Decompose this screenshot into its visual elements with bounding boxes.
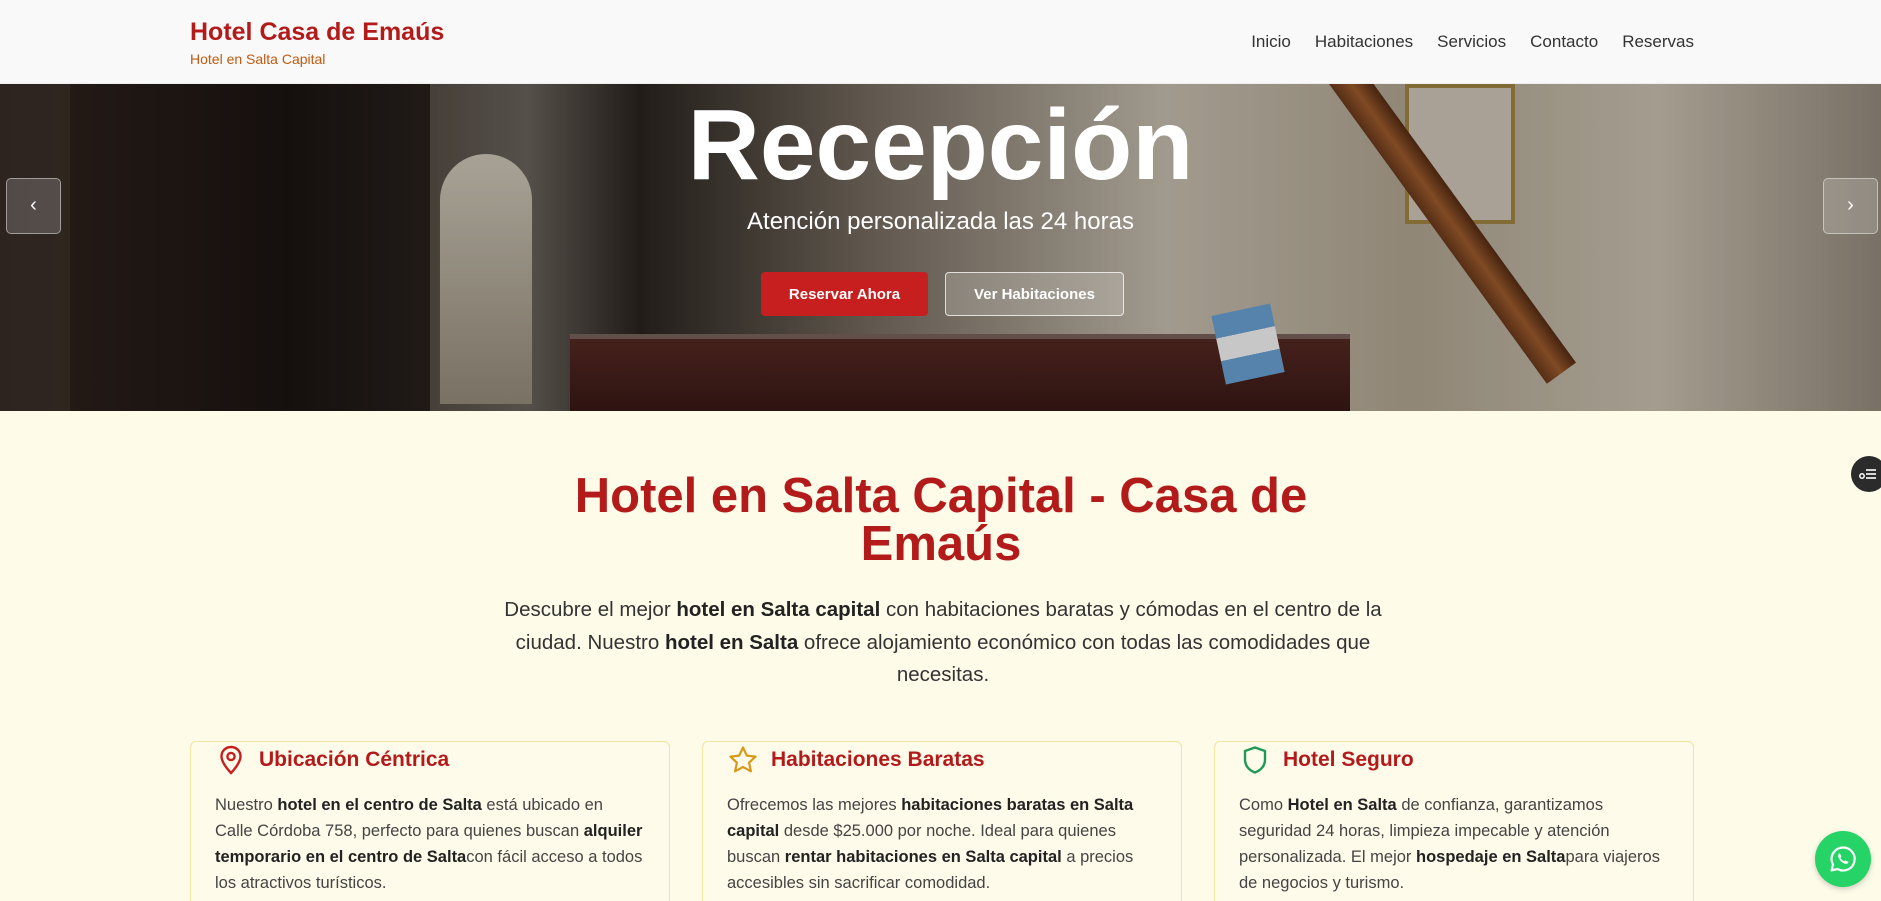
- brand-subtitle: Hotel en Salta Capital: [190, 51, 326, 67]
- map-pin-icon: [220, 745, 242, 775]
- hero-title: Recepción: [687, 89, 1194, 201]
- reservar-ahora-button[interactable]: Reservar Ahora: [761, 272, 928, 316]
- settings-list-icon: [1859, 469, 1876, 479]
- card-title: Habitaciones Baratas: [771, 748, 985, 771]
- main-nav: Inicio Habitaciones Servicios Contacto R…: [1251, 32, 1694, 52]
- intro-paragraph: Descubre el mejor hotel en Salta capital…: [504, 598, 1382, 686]
- nav-link-servicios[interactable]: Servicios: [1437, 32, 1506, 52]
- card-title: Ubicación Céntrica: [259, 748, 450, 771]
- feature-card-seguro: Hotel Seguro Como Hotel en Salta de conf…: [1214, 741, 1694, 901]
- nav-link-contacto[interactable]: Contacto: [1530, 32, 1598, 52]
- section-title: Hotel en Salta Capital - Casa de Emaús: [574, 469, 1308, 571]
- site-header: Hotel Casa de Emaús Hotel en Salta Capit…: [0, 0, 1881, 84]
- ver-habitaciones-button[interactable]: Ver Habitaciones: [945, 272, 1124, 316]
- brand-title: Hotel Casa de Emaús: [190, 18, 445, 46]
- card-text: Como Hotel en Salta de confianza, garant…: [1239, 796, 1660, 892]
- nav-link-reservas[interactable]: Reservas: [1622, 32, 1694, 52]
- carousel-prev-button[interactable]: ‹: [6, 178, 61, 234]
- carousel-next-button[interactable]: ›: [1823, 178, 1878, 234]
- chevron-left-icon: ‹: [30, 194, 37, 216]
- card-title: Hotel Seguro: [1283, 748, 1414, 771]
- star-icon: [729, 746, 757, 773]
- card-text: Ofrecemos las mejores habitaciones barat…: [727, 796, 1134, 892]
- shield-icon: [1243, 746, 1267, 774]
- chevron-right-icon: ›: [1847, 194, 1854, 216]
- whatsapp-icon: [1830, 846, 1856, 872]
- card-text: Nuestro hotel en el centro de Salta está…: [215, 796, 643, 892]
- accessibility-widget-button[interactable]: [1851, 456, 1881, 492]
- feature-card-habitaciones: Habitaciones Baratas Ofrecemos las mejor…: [702, 741, 1182, 901]
- feature-card-ubicacion: Ubicación Céntrica Nuestro hotel en el c…: [190, 741, 670, 901]
- hero-subtitle: Atención personalizada las 24 horas: [747, 208, 1134, 235]
- nav-link-inicio[interactable]: Inicio: [1251, 32, 1291, 52]
- brand-logo-link[interactable]: Hotel Casa de Emaús Hotel en Salta Capit…: [190, 16, 444, 67]
- nav-link-habitaciones[interactable]: Habitaciones: [1315, 32, 1413, 52]
- whatsapp-button[interactable]: [1815, 831, 1871, 887]
